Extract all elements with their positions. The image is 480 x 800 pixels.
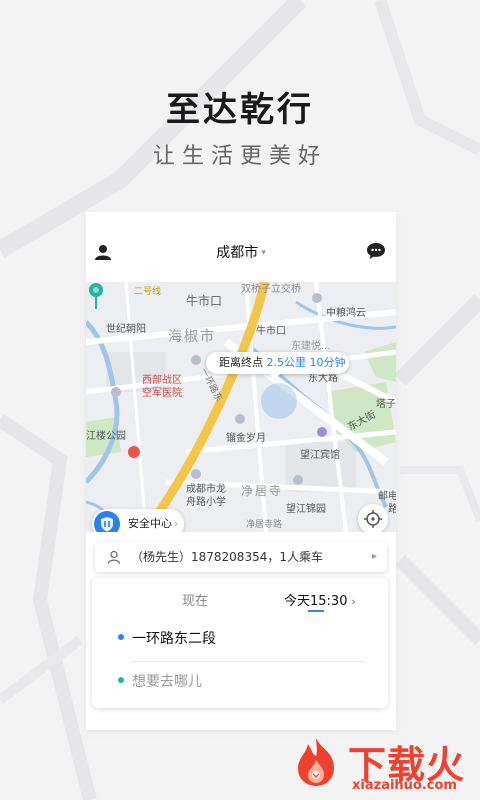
tab-scheduled-time-label: 今天15:30: [284, 594, 348, 609]
passenger-text: （杨先生）1878208354，1人乘车: [131, 550, 323, 564]
safety-center-label: 安全中心: [128, 517, 172, 530]
phone-screen: 成都市 ▾ 双桥子立交桥 牛市口 中粮鸿云 二号线 世纪朝阳 海椒市 牛市口 东…: [86, 212, 396, 730]
map-label: 净居寺路: [246, 520, 283, 530]
app-header: 成都市 ▾: [86, 212, 396, 282]
map-label: 净居寺: [241, 484, 284, 498]
person-icon: [107, 550, 121, 564]
map-label: 镏金岁月: [226, 433, 266, 444]
map-label: 海椒市: [168, 329, 216, 345]
tab-now[interactable]: 现在: [182, 590, 208, 609]
chat-bubble-icon[interactable]: [366, 242, 386, 260]
city-name: 成都市: [216, 245, 259, 261]
watermark-url: xiazaihuo.com: [352, 778, 457, 793]
safety-center-button[interactable]: 安全中心 ›: [92, 509, 184, 532]
map-label: 望江宾馆: [300, 450, 340, 461]
watermark: 下载火 xiazaihuo.com: [282, 730, 480, 800]
hero-subtitle: 让生活更美好: [152, 144, 327, 169]
map-label: 舟路小学: [186, 497, 226, 508]
eta-value: 2.5公里 10分钟: [266, 356, 346, 369]
map-label: 牛市口: [186, 294, 223, 308]
map-label: 江楼公园: [86, 431, 126, 442]
map-label: 东建悦...: [291, 341, 331, 352]
eta-prefix: 距离终点: [219, 356, 263, 369]
passenger-info-row[interactable]: （杨先生）1878208354，1人乘车 ▸: [95, 542, 387, 572]
locate-button[interactable]: [358, 504, 388, 532]
trip-card: 现在 今天15:30 › 一环路东二段 想要去哪儿: [92, 578, 388, 708]
chevron-down-icon: ▾: [261, 248, 266, 258]
map-label: 空军医院: [142, 388, 182, 399]
map-label: 望江锦园: [286, 504, 326, 515]
map-label: 牛市口: [256, 326, 286, 337]
location-pin-icon[interactable]: [86, 282, 106, 312]
shield-icon: [94, 511, 120, 532]
tab-scheduled-time[interactable]: 今天15:30 ›: [284, 590, 356, 609]
crosshair-icon: [364, 510, 382, 528]
map-label: 二号线: [134, 287, 162, 297]
chevron-right-icon: ›: [351, 595, 356, 608]
flame-logo-icon: [298, 738, 334, 786]
map-label: 塔子: [376, 399, 396, 410]
destination-input[interactable]: 想要去哪儿: [132, 671, 202, 691]
map-label: 中粮鸿云: [326, 308, 366, 319]
divider: [132, 661, 364, 662]
map-label: 路: [388, 504, 396, 515]
origin-field[interactable]: 一环路东二段: [132, 628, 216, 648]
map-label: 世纪朝阳: [106, 324, 146, 335]
city-selector[interactable]: 成都市 ▾: [86, 242, 396, 262]
map-view[interactable]: 双桥子立交桥 牛市口 中粮鸿云 二号线 世纪朝阳 海椒市 牛市口 东建悦... …: [86, 282, 396, 532]
map-label: 双桥子立交桥: [241, 284, 301, 295]
chevron-right-icon: ›: [173, 517, 178, 530]
hero-title: 至达乾行: [166, 90, 314, 130]
active-tab-indicator: [308, 610, 324, 612]
chevron-right-icon: ▸: [371, 551, 377, 562]
eta-bubble: 距离终点 2.5公里 10分钟: [206, 352, 349, 379]
destination-dot: [118, 677, 124, 683]
pickup-radius: [261, 383, 297, 419]
origin-dot: [118, 634, 124, 640]
